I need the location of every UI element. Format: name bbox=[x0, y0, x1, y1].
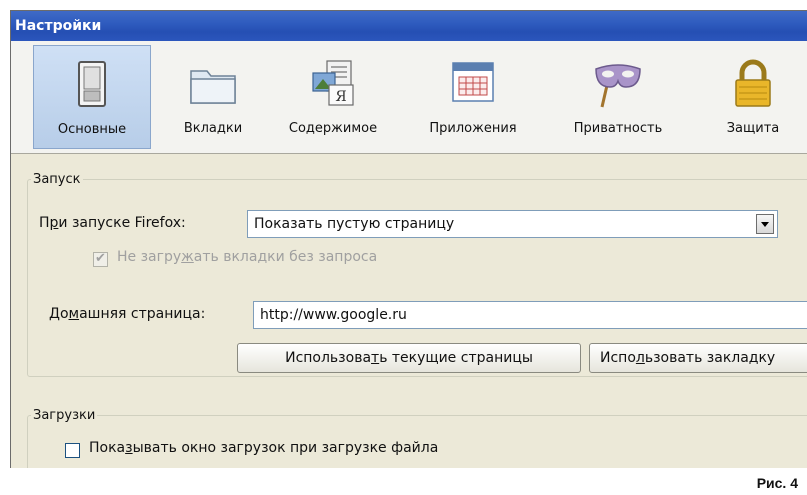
pane-button-tabs[interactable]: Вкладки bbox=[161, 45, 265, 149]
window-title-bar[interactable]: Настройки bbox=[11, 11, 807, 41]
on-start-label: При запуске Firefox: bbox=[39, 215, 186, 231]
pane-button-general[interactable]: Основные bbox=[33, 45, 151, 149]
window-title: Настройки bbox=[15, 18, 102, 34]
show-downloads-window-label: Показывать окно загрузок при загрузке фа… bbox=[89, 440, 439, 456]
applications-calendar-icon bbox=[452, 62, 494, 102]
mask-icon bbox=[595, 64, 641, 108]
folder-tabs-icon bbox=[190, 70, 236, 104]
pane-label: Вкладки bbox=[183, 121, 243, 136]
homepage-label: Домашняя страница: bbox=[49, 306, 206, 322]
use-current-pages-button[interactable]: Использовать текущие страницы bbox=[237, 343, 581, 373]
padlock-icon bbox=[735, 59, 771, 107]
pane-button-privacy[interactable]: Приватность bbox=[551, 45, 685, 149]
checkmark-icon: ✔ bbox=[95, 251, 106, 266]
on-start-selected-value: Показать пустую страницу bbox=[254, 216, 455, 232]
dont-load-tabs-label: Не загружать вкладки без запроса bbox=[117, 249, 378, 265]
pane-button-security[interactable]: Защита bbox=[699, 45, 807, 149]
use-bookmark-button[interactable]: Использовать закладку bbox=[589, 343, 807, 373]
pane-label: Приложения bbox=[429, 121, 517, 136]
svg-text:Я: Я bbox=[335, 89, 346, 105]
pane-button-content[interactable]: Я Содержимое bbox=[273, 45, 393, 149]
figure-caption: Рис. 4 bbox=[756, 475, 798, 491]
pane-label: Приватность bbox=[573, 121, 663, 136]
general-pane-content: Запуск При запуске Firefox: Показать пус… bbox=[11, 154, 807, 468]
chevron-down-icon[interactable] bbox=[756, 214, 774, 234]
pane-button-applications[interactable]: Приложения bbox=[411, 45, 535, 149]
switch-icon bbox=[78, 61, 106, 107]
screenshot: Настройки Основные Вкладки Я Содержимое … bbox=[0, 0, 807, 495]
dont-load-tabs-checkbox[interactable]: ✔ bbox=[93, 251, 108, 267]
pane-toolbar: Основные Вкладки Я Содержимое Приложения… bbox=[11, 41, 807, 154]
downloads-group-legend: Загрузки bbox=[33, 408, 96, 423]
settings-window: Настройки Основные Вкладки Я Содержимое … bbox=[10, 10, 807, 468]
pane-label: Содержимое bbox=[288, 121, 378, 136]
on-start-select[interactable]: Показать пустую страницу bbox=[247, 210, 778, 238]
content-documents-icon: Я bbox=[312, 60, 354, 106]
downloads-group: Загрузки bbox=[27, 408, 807, 468]
pane-label: Защита bbox=[726, 121, 780, 136]
startup-group-legend: Запуск bbox=[33, 172, 81, 187]
pane-label: Основные bbox=[57, 122, 127, 137]
homepage-input[interactable] bbox=[253, 301, 807, 329]
show-downloads-window-checkbox[interactable] bbox=[65, 443, 80, 458]
